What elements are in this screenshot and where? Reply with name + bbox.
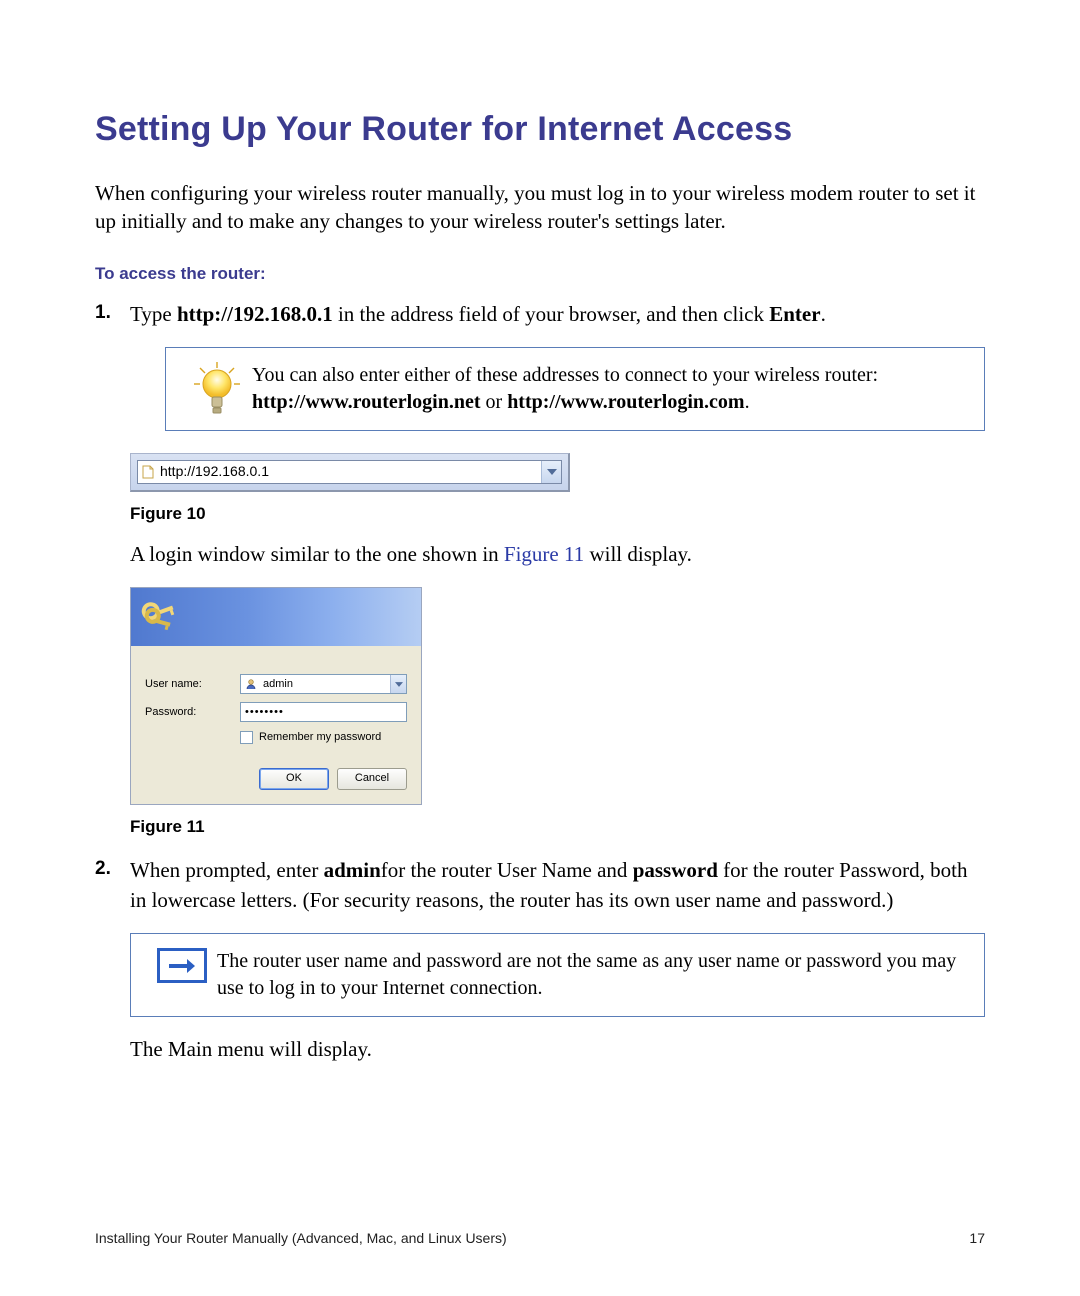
intro-paragraph: When configuring your wireless router ma… <box>95 179 985 236</box>
username-label: User name: <box>145 677 240 692</box>
lightbulb-icon <box>194 362 240 416</box>
login-dialog-header <box>131 588 421 646</box>
address-bar-chrome: http://192.168.0.1 <box>130 453 570 492</box>
step1-post: . <box>821 302 826 326</box>
page-icon <box>138 465 158 479</box>
address-bar-dropdown[interactable] <box>541 461 561 483</box>
tip-url1: http://www.routerlogin.net <box>252 391 481 413</box>
footer-page-number: 17 <box>969 1230 985 1246</box>
page-title: Setting Up Your Router for Internet Acce… <box>95 110 985 149</box>
figure-10-caption: Figure 10 <box>130 502 985 526</box>
dialog-buttons: OK Cancel <box>145 768 407 790</box>
ok-label: OK <box>286 771 302 786</box>
after10-post: will display. <box>584 542 692 566</box>
cancel-button[interactable]: Cancel <box>337 768 407 790</box>
mainmenu-text: The Main menu will display. <box>130 1035 985 1064</box>
note-text: The router user name and password are no… <box>217 948 968 1002</box>
tip-period: . <box>745 391 750 413</box>
username-value: admin <box>259 677 390 692</box>
figure-11-caption: Figure 11 <box>130 815 985 839</box>
access-router-heading: To access the router: <box>95 264 985 284</box>
step-list: Type http://192.168.0.1 in the address f… <box>95 300 985 1065</box>
address-bar-url: http://192.168.0.1 <box>158 462 541 482</box>
login-form: User name: admin Passwor <box>131 646 421 803</box>
note-icon-cell <box>147 948 217 983</box>
page-footer: Installing Your Router Manually (Advance… <box>95 1230 985 1246</box>
username-row: User name: admin <box>145 674 407 694</box>
step1-pre: Type <box>130 302 177 326</box>
address-bar[interactable]: http://192.168.0.1 <box>137 460 562 484</box>
password-value: •••••••• <box>245 705 284 720</box>
remember-label: Remember my password <box>259 730 381 745</box>
step-2: When prompted, enter adminfor the router… <box>95 856 985 1064</box>
password-input[interactable]: •••••••• <box>240 702 407 722</box>
username-dropdown[interactable] <box>390 675 406 693</box>
step-1: Type http://192.168.0.1 in the address f… <box>95 300 985 839</box>
step2-pre: When prompted, enter <box>130 858 324 882</box>
note-callout: The router user name and password are no… <box>130 933 985 1017</box>
keys-icon <box>141 596 181 636</box>
step2-b2: password <box>633 858 718 882</box>
password-label: Password: <box>145 705 240 720</box>
tip-callout: You can also enter either of these addre… <box>165 347 985 431</box>
arrow-right-icon <box>157 948 207 983</box>
step1-mid: in the address field of your browser, an… <box>333 302 770 326</box>
figure-11-link[interactable]: Figure 11 <box>504 542 584 566</box>
user-icon <box>243 678 259 690</box>
after10-pre: A login window similar to the one shown … <box>130 542 504 566</box>
cancel-label: Cancel <box>355 771 389 786</box>
tip-line1: You can also enter either of these addre… <box>252 364 878 386</box>
ok-button[interactable]: OK <box>259 768 329 790</box>
remember-checkbox[interactable] <box>240 731 253 744</box>
step1-url: http://192.168.0.1 <box>177 302 333 326</box>
username-input[interactable]: admin <box>240 674 407 694</box>
tip-text: You can also enter either of these addre… <box>252 362 968 416</box>
tip-or: or <box>481 391 508 413</box>
footer-left: Installing Your Router Manually (Advance… <box>95 1230 507 1246</box>
page: Setting Up Your Router for Internet Acce… <box>0 0 1080 1296</box>
step2-b1: admin <box>324 858 381 882</box>
figure-10-block: http://192.168.0.1 Figure 10 <box>130 453 985 526</box>
password-row: Password: •••••••• <box>145 702 407 722</box>
after-figure-10: A login window similar to the one shown … <box>130 540 985 569</box>
remember-row: Remember my password <box>240 730 407 745</box>
step1-action: Enter <box>769 302 820 326</box>
step2-mid1: for the router User Name and <box>381 858 633 882</box>
tip-url2: http://www.routerlogin.com <box>507 391 744 413</box>
login-dialog: User name: admin Passwor <box>130 587 422 804</box>
tip-icon-cell <box>182 362 252 416</box>
